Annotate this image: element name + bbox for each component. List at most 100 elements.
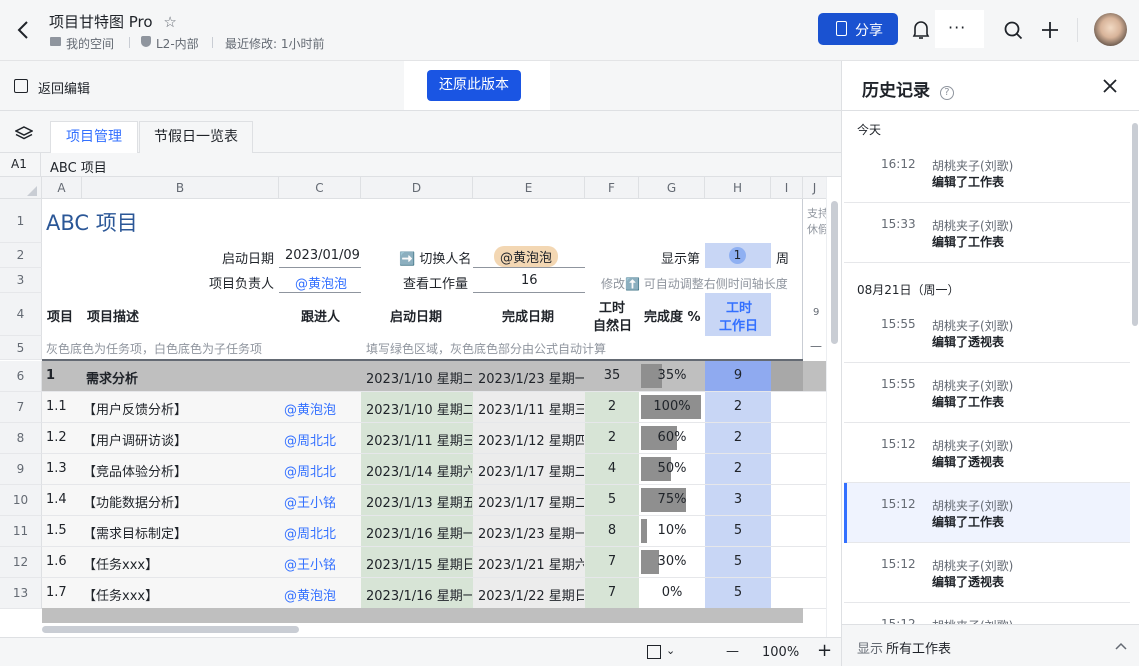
column-header-b[interactable]: B xyxy=(82,177,279,199)
restore-version-button[interactable]: 还原此版本 xyxy=(427,70,521,101)
cell-desc[interactable]: 【用户调研访谈】 xyxy=(83,430,187,449)
cell-desc[interactable]: 【任务xxx】 xyxy=(83,585,158,604)
chevron-down-icon[interactable]: ⌄ xyxy=(666,644,675,657)
row-header[interactable]: 11 xyxy=(0,516,42,547)
cell-desc[interactable]: 【功能数据分析】 xyxy=(83,492,187,511)
row-header[interactable]: 7 xyxy=(0,392,42,423)
cell-end[interactable]: 2023/1/12 星期四 xyxy=(478,430,584,449)
horizontal-scrollbar-thumb[interactable] xyxy=(42,626,299,633)
row-header-3[interactable]: 3 xyxy=(0,268,42,293)
tab-holidays[interactable]: 节假日一览表 xyxy=(139,121,253,153)
bell-icon[interactable] xyxy=(912,20,930,44)
column-header-h[interactable]: H xyxy=(705,177,771,199)
history-entry[interactable]: 15:12 胡桃夹子(刘歌) xyxy=(844,603,1130,624)
column-header-f[interactable]: F xyxy=(585,177,639,199)
return-edit-icon[interactable] xyxy=(14,79,28,93)
cell-progress[interactable]: 50% xyxy=(639,461,705,476)
column-header-a[interactable]: A xyxy=(42,177,82,199)
cell-progress[interactable]: 75% xyxy=(639,492,705,507)
share-button[interactable]: 分享 xyxy=(818,13,898,45)
cell-end[interactable]: 2023/1/17 星期二 xyxy=(478,492,584,511)
row-header[interactable]: 13 xyxy=(0,578,42,609)
cell-desc[interactable]: 【用户反馈分析】 xyxy=(83,399,187,418)
start-date-value[interactable]: 2023/01/09 xyxy=(285,248,360,263)
cell-start[interactable]: 2023/1/16 星期一 xyxy=(366,585,472,604)
cell-work-days[interactable]: 2 xyxy=(705,430,771,445)
cell-id[interactable]: 1.6 xyxy=(46,554,67,569)
cell-desc[interactable]: 【竞品体验分析】 xyxy=(83,461,187,480)
cell-start[interactable]: 2023/1/16 星期一 xyxy=(366,523,472,542)
cell-owner[interactable]: @周北北 xyxy=(284,430,336,449)
cell-work-days[interactable]: 5 xyxy=(705,554,771,569)
workload-value[interactable]: 16 xyxy=(521,273,538,288)
cell-end[interactable]: 2023/1/17 星期二 xyxy=(478,461,584,480)
cell-start[interactable]: 2023/1/11 星期三 xyxy=(366,430,472,449)
row-header-2[interactable]: 2 xyxy=(0,243,42,268)
column-header-i[interactable]: I xyxy=(771,177,803,199)
switch-name-chip[interactable]: @黄泡泡 xyxy=(494,246,559,267)
cell-work-days[interactable]: 2 xyxy=(705,461,771,476)
back-arrow-icon[interactable] xyxy=(16,20,30,44)
grid-view-icon[interactable] xyxy=(647,645,661,659)
row-header[interactable]: 10 xyxy=(0,485,42,516)
zoom-level[interactable]: 100% xyxy=(762,645,799,660)
cell-progress[interactable]: 30% xyxy=(639,554,705,569)
show-week-cell[interactable]: 1 xyxy=(705,243,771,268)
cell-desc[interactable]: 【任务xxx】 xyxy=(83,554,158,573)
cell-progress[interactable]: 100% xyxy=(639,399,705,414)
sheet-title[interactable]: ABC 项目 xyxy=(46,207,138,237)
column-header-g[interactable]: G xyxy=(639,177,705,199)
cell-days[interactable]: 7 xyxy=(585,585,639,600)
cell-start[interactable]: 2023/1/15 星期日 xyxy=(366,554,472,573)
cell-days[interactable]: 8 xyxy=(585,523,639,538)
sheet-filter-footer[interactable]: 显示 所有工作表 xyxy=(842,624,1139,666)
cell-ref[interactable]: A1 xyxy=(11,157,27,171)
cell-id[interactable]: 1.5 xyxy=(46,523,67,538)
cell-days[interactable]: 7 xyxy=(585,554,639,569)
cell-id[interactable]: 1.1 xyxy=(46,399,67,414)
row-header[interactable]: 8 xyxy=(0,423,42,454)
cell-owner[interactable]: @黄泡泡 xyxy=(284,399,336,418)
cell-owner[interactable]: @周北北 xyxy=(284,461,336,480)
cell-id[interactable]: 1.7 xyxy=(46,585,67,600)
cell-desc[interactable]: 需求分析 xyxy=(86,368,138,387)
close-icon[interactable] xyxy=(1102,78,1118,98)
column-header-d[interactable]: D xyxy=(361,177,473,199)
cell-progress[interactable]: 10% xyxy=(639,523,705,538)
star-icon[interactable]: ☆ xyxy=(163,13,176,31)
plus-icon[interactable] xyxy=(1041,21,1059,43)
cell-days[interactable]: 35 xyxy=(585,368,639,383)
formula-input[interactable]: ABC 项目 xyxy=(50,157,107,176)
cell-end[interactable]: 2023/1/23 星期一 xyxy=(478,523,584,542)
cell-work-days[interactable]: 5 xyxy=(705,585,771,600)
cell-progress[interactable]: 0% xyxy=(639,585,705,600)
cell-days[interactable]: 4 xyxy=(585,461,639,476)
panel-scrollbar-thumb[interactable] xyxy=(1132,123,1138,326)
cell-id[interactable]: 1.2 xyxy=(46,430,67,445)
security-label[interactable]: L2-内部 xyxy=(156,35,199,52)
cell-work-days[interactable]: 3 xyxy=(705,492,771,507)
search-icon[interactable] xyxy=(1004,21,1023,44)
cell-end[interactable]: 2023/1/23 星期一 xyxy=(478,368,584,387)
cell-id[interactable]: 1.4 xyxy=(46,492,67,507)
row-header[interactable]: 9 xyxy=(0,454,42,485)
column-header-c[interactable]: C xyxy=(279,177,361,199)
row-header[interactable]: 12 xyxy=(0,547,42,578)
help-icon[interactable]: ? xyxy=(939,86,954,100)
history-entry[interactable]: 15:55 胡桃夹子(刘歌) 编辑了透视表 xyxy=(844,303,1130,363)
cell-days[interactable]: 2 xyxy=(585,430,639,445)
cell-end[interactable]: 2023/1/22 星期日 xyxy=(478,585,584,604)
owner-value[interactable]: @黄泡泡 xyxy=(295,273,347,292)
history-entry[interactable]: 15:33 胡桃夹子(刘歌) 编辑了工作表 xyxy=(844,203,1130,263)
row-header-5[interactable]: 5 xyxy=(0,336,42,360)
column-header-j[interactable]: J xyxy=(803,177,826,199)
cell-days[interactable]: 2 xyxy=(585,399,639,414)
cell-start[interactable]: 2023/1/10 星期二 xyxy=(366,399,472,418)
avatar[interactable] xyxy=(1094,13,1127,46)
cell-id[interactable]: 1 xyxy=(46,368,55,383)
cell-owner[interactable]: @周北北 xyxy=(284,523,336,542)
cell-start[interactable]: 2023/1/10 星期二 xyxy=(366,368,472,387)
cell-end[interactable]: 2023/1/21 星期六 xyxy=(478,554,584,573)
location-label[interactable]: 我的空间 xyxy=(66,35,114,52)
cell-owner[interactable]: @王小铭 xyxy=(284,492,336,511)
